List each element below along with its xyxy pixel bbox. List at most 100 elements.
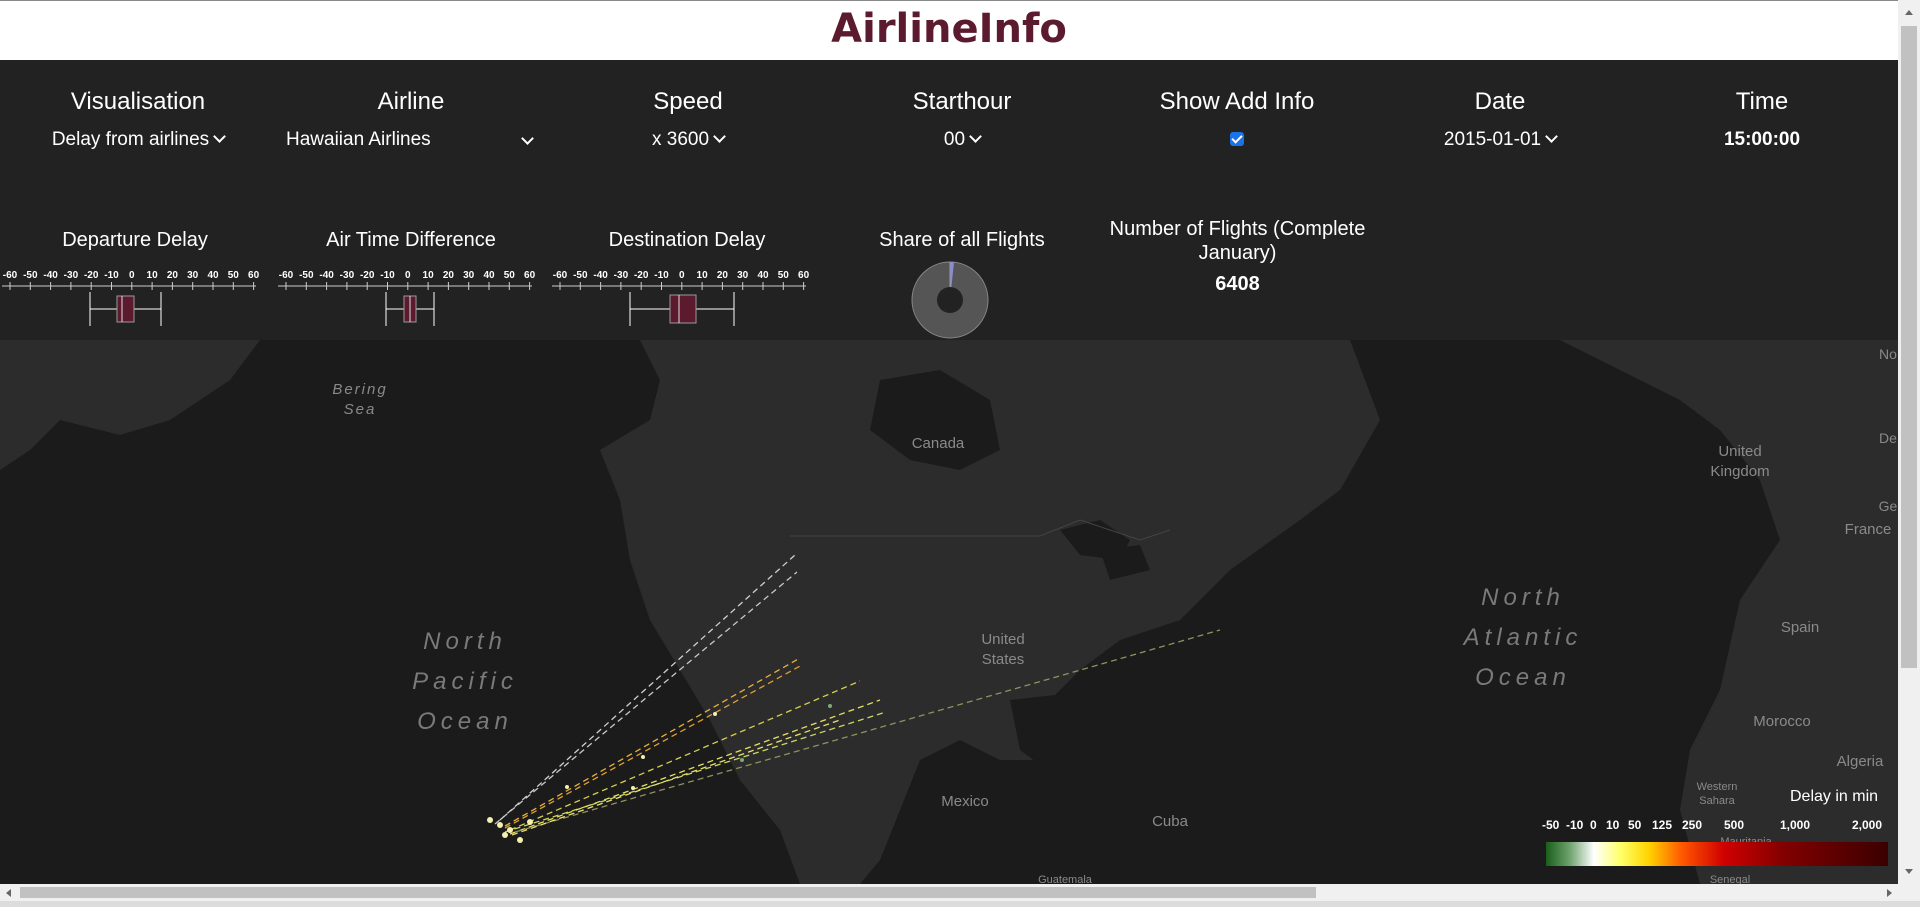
axis-tick-label: 40 xyxy=(483,270,495,281)
show-add-info-control: Show Add Info xyxy=(1127,88,1347,151)
map-label-cuba: Cuba xyxy=(1152,813,1188,830)
departure-delay-label: Departure Delay xyxy=(62,229,208,251)
time-label: Time xyxy=(1735,88,1789,115)
axis-tick-label: 0 xyxy=(405,270,411,281)
scroll-right-arrow-icon[interactable] xyxy=(1884,888,1894,898)
visualisation-value: Delay from airlines xyxy=(51,129,210,150)
axis-tick-label: -40 xyxy=(43,270,58,281)
legend-tick: 250 xyxy=(1682,818,1703,832)
starthour-value: 00 xyxy=(943,129,966,150)
map-label-de: De xyxy=(1879,430,1897,446)
air-time-difference-stat: Air Time Difference xyxy=(276,228,546,252)
axis-tick-label: 60 xyxy=(798,270,810,281)
axis-tick-label: 40 xyxy=(757,270,769,281)
show-add-info-checkbox[interactable] xyxy=(1230,132,1244,146)
map-label-canada: Canada xyxy=(911,435,965,452)
axis-tick-label: 50 xyxy=(778,270,790,281)
time-value: 15:00:00 xyxy=(1723,129,1801,150)
scroll-up-arrow-icon[interactable] xyxy=(1904,8,1914,18)
visualisation-label: Visualisation xyxy=(70,88,206,115)
axis-tick-label: -20 xyxy=(84,270,99,281)
share-donut-chart xyxy=(911,261,989,339)
axis-tick-label: -50 xyxy=(299,270,314,281)
axis-tick-label: 50 xyxy=(504,270,516,281)
map-label-north-atlantic: North Atlantic Ocean xyxy=(1463,584,1583,691)
air-time-difference-axis: -60 -50 -40 -30 -20 -10 0 10 20 30 40 50 60 xyxy=(279,270,536,290)
axis-tick-label: 0 xyxy=(679,270,685,281)
map-label-algeria: Algeria xyxy=(1836,753,1884,770)
axis-tick-label: -30 xyxy=(64,270,79,281)
visualisation-control: Visualisation Delay from airlines xyxy=(28,88,248,152)
axis-tick-label: -10 xyxy=(380,270,395,281)
num-flights-label: Number of Flights (Complete January) xyxy=(1109,218,1366,264)
map-label-guatemala: Guatemala xyxy=(1038,874,1092,884)
legend-tick: 2,000 xyxy=(1852,818,1883,832)
chevron-down-icon xyxy=(213,130,227,143)
axis-tick-label: 10 xyxy=(697,270,709,281)
legend-tick: 50 xyxy=(1628,818,1642,832)
airline-select[interactable]: Hawaiian Airlines xyxy=(286,128,536,152)
horizontal-scrollbar[interactable] xyxy=(0,884,1898,901)
axis-tick-label: 20 xyxy=(443,270,455,281)
axis-tick-label: -40 xyxy=(319,270,334,281)
axis-tick-label: 60 xyxy=(524,270,536,281)
vertical-scrollbar-thumb[interactable] xyxy=(1901,26,1917,668)
axis-tick-label: 10 xyxy=(423,270,435,281)
axis-tick-label: 50 xyxy=(228,270,240,281)
legend-tick: -10 xyxy=(1566,818,1584,832)
title-bar: AirlineInfo xyxy=(0,0,1898,60)
speed-control: Speed x 3600 xyxy=(588,88,788,152)
destination-delay-label: Destination Delay xyxy=(608,229,766,251)
map-label-mexico: Mexico xyxy=(941,793,989,810)
controls-panel: Visualisation Delay from airlines Airlin… xyxy=(0,60,1898,340)
departure-delay-axis: -60 -50 -40 -30 -20 -10 0 10 20 30 40 50 60 xyxy=(3,270,260,290)
axis-tick-label: -60 xyxy=(3,270,18,281)
scroll-left-arrow-icon[interactable] xyxy=(4,888,14,898)
scroll-down-arrow-icon[interactable] xyxy=(1904,866,1914,876)
starthour-control: Starthour 00 xyxy=(862,88,1062,152)
map-label-united-states: United States xyxy=(981,631,1025,668)
axis-tick-label: -30 xyxy=(340,270,355,281)
visualisation-select[interactable]: Delay from airlines xyxy=(28,128,248,152)
show-add-info-label: Show Add Info xyxy=(1159,88,1315,115)
date-select[interactable]: 2015-01-01 xyxy=(1400,128,1600,152)
map-label-morocco: Morocco xyxy=(1753,713,1811,730)
axis-tick-label: 40 xyxy=(207,270,219,281)
date-value: 2015-01-01 xyxy=(1443,129,1542,150)
airline-label: Airline xyxy=(377,88,445,115)
axis-tick-label: -50 xyxy=(23,270,38,281)
axis-tick-label: 30 xyxy=(463,270,475,281)
share-label: Share of all Flights xyxy=(879,229,1045,251)
map-label-north-pacific: North Pacific Ocean xyxy=(412,628,518,735)
axis-tick-label: 20 xyxy=(717,270,729,281)
chevron-down-icon xyxy=(713,130,726,143)
legend-tick: 125 xyxy=(1652,818,1673,832)
map-label-france: France xyxy=(1844,521,1892,538)
chevron-down-icon xyxy=(521,132,534,145)
time-control: Time 15:00:00 xyxy=(1662,88,1862,152)
axis-tick-label: 10 xyxy=(147,270,159,281)
date-control: Date 2015-01-01 xyxy=(1400,88,1600,152)
legend-tick: -50 xyxy=(1542,818,1560,832)
airline-control: Airline Hawaiian Airlines xyxy=(286,88,536,152)
axis-tick-label: -20 xyxy=(360,270,375,281)
num-flights-value: 6408 xyxy=(1215,273,1260,295)
app-title: AirlineInfo xyxy=(831,6,1067,52)
departure-delay-boxplot: -60 -50 -40 -30 -20 -10 0 10 20 30 40 50 60 xyxy=(2,270,260,326)
map-view[interactable]: Bering Sea North Pacific Ocean North Atl… xyxy=(0,340,1898,884)
speed-select[interactable]: x 3600 xyxy=(588,128,788,152)
axis-tick-label: 20 xyxy=(167,270,179,281)
axis-tick-label: 30 xyxy=(737,270,749,281)
legend-color-bar xyxy=(1546,842,1888,866)
airline-value: Hawaiian Airlines xyxy=(286,129,431,150)
axis-tick-label: -20 xyxy=(634,270,649,281)
destination-delay-stat: Destination Delay xyxy=(552,228,822,252)
chevron-down-icon xyxy=(969,130,982,143)
chevron-down-icon xyxy=(1545,130,1558,143)
horizontal-scrollbar-thumb[interactable] xyxy=(20,887,1316,898)
starthour-select[interactable]: 00 xyxy=(862,128,1062,152)
vertical-scrollbar[interactable] xyxy=(1898,0,1920,907)
axis-tick-label: -50 xyxy=(573,270,588,281)
legend-tick: 1,000 xyxy=(1780,818,1811,832)
map-label-united-kingdom: United Kingdom xyxy=(1710,443,1770,480)
